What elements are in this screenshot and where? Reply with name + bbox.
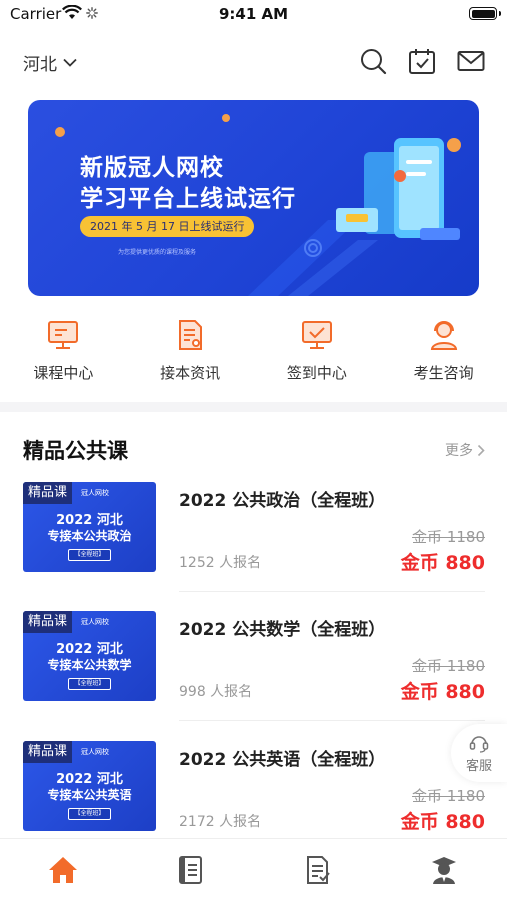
course-thumb-logo: 冠人网校 [81, 618, 109, 626]
quick-nav-news[interactable]: 接本资讯 [127, 318, 254, 388]
course-name: 2022 公共数学（全程班） [179, 620, 386, 640]
battery-icon [469, 7, 501, 20]
course-thumb-line2: 专接本公共数学 [47, 658, 132, 672]
course-old-price: 金币 1180 [412, 528, 485, 546]
course-thumb-logo: 冠人网校 [81, 748, 109, 756]
banner-date-pill: 2021 年 5 月 17 日上线试运行 [80, 216, 255, 237]
quick-nav-signin[interactable]: 签到中心 [254, 318, 381, 388]
course-thumb-tag: 精品课 [23, 741, 73, 763]
quick-nav-label: 考生咨询 [413, 364, 474, 382]
banner-title-line2: 学习平台上线试运行 [80, 186, 296, 212]
row-divider [179, 591, 485, 592]
course-thumb-badge: 【全程班】 [68, 678, 111, 690]
course-card[interactable]: 精品课 冠人网校 2022 河北 专接本公共英语 【全程班】 2022 公共英语… [0, 741, 507, 851]
promo-banner[interactable]: 新版冠人网校 学习平台上线试运行 2021 年 5 月 17 日上线试运行 为您… [28, 100, 479, 296]
tab-profile[interactable] [380, 839, 507, 900]
course-price: 金币 880 [400, 681, 485, 703]
course-name: 2022 公共政治（全程班） [179, 491, 386, 511]
clock-label: 9:41 AM [218, 5, 289, 23]
course-old-price: 金币 1180 [412, 657, 485, 675]
tab-exam[interactable] [254, 839, 381, 900]
course-enrolled: 1252 人报名 [179, 555, 262, 571]
app-screen: Carrier 9:41 AM 河北 新版冠人网校 学习平台上线试运行 2021… [0, 0, 507, 900]
quick-nav-label: 课程中心 [33, 364, 94, 382]
chevron-down-icon [63, 58, 77, 67]
course-thumb-badge: 【全程班】 [68, 808, 111, 820]
mail-icon[interactable] [456, 46, 486, 76]
quick-nav-label: 签到中心 [286, 364, 347, 382]
course-card[interactable]: 精品课 冠人网校 2022 河北 专接本公共数学 【全程班】 2022 公共数学… [0, 611, 507, 721]
course-price: 金币 880 [400, 552, 485, 574]
course-thumb-line2: 专接本公共英语 [47, 788, 132, 802]
chevron-right-icon [477, 444, 485, 456]
course-price: 金币 880 [400, 811, 485, 833]
course-thumbnail: 精品课 冠人网校 2022 河北 专接本公共数学 【全程班】 [23, 611, 156, 701]
course-thumb-badge: 【全程班】 [68, 549, 111, 561]
course-thumb-tag: 精品课 [23, 611, 73, 633]
region-label: 河北 [23, 55, 57, 75]
top-header: 河北 [0, 40, 507, 84]
monitor-icon [48, 321, 79, 349]
exam-paper-icon [306, 856, 330, 884]
course-thumb-tag: 精品课 [23, 482, 73, 504]
customer-service-button[interactable]: 客服 [451, 724, 507, 782]
course-enrolled: 998 人报名 [179, 684, 253, 700]
tab-home[interactable] [0, 839, 127, 900]
region-selector[interactable]: 河北 [23, 50, 77, 75]
section-divider [0, 402, 507, 412]
course-old-price: 金币 1180 [412, 787, 485, 805]
banner-title-line1: 新版冠人网校 [80, 155, 224, 181]
course-thumb-logo: 冠人网校 [81, 489, 109, 497]
book-icon [179, 856, 203, 884]
more-link[interactable]: 更多 [445, 440, 485, 460]
profile-graduate-icon [431, 857, 456, 884]
quick-nav: 课程中心 接本资讯 签到中心 考生咨询 [0, 318, 507, 388]
course-thumb-line2: 专接本公共政治 [47, 529, 132, 543]
course-card[interactable]: 精品课 冠人网校 2022 河北 专接本公共政治 【全程班】 2022 公共政治… [0, 482, 507, 592]
calendar-check-icon[interactable] [407, 46, 437, 76]
document-icon [179, 320, 203, 350]
customer-service-label: 客服 [465, 758, 492, 774]
course-thumb-line1: 2022 河北 [56, 772, 123, 787]
course-name: 2022 公共英语（全程班） [179, 750, 386, 770]
course-thumb-line1: 2022 河北 [56, 642, 123, 657]
section-title: 精品公共课 [23, 439, 128, 463]
row-divider [179, 720, 485, 721]
quick-nav-course-center[interactable]: 课程中心 [0, 318, 127, 388]
course-thumbnail: 精品课 冠人网校 2022 河北 专接本公共政治 【全程班】 [23, 482, 156, 572]
quick-nav-label: 接本资讯 [160, 364, 221, 382]
signin-screen-icon [301, 321, 332, 349]
home-icon [49, 857, 78, 883]
quick-nav-consult[interactable]: 考生咨询 [380, 318, 507, 388]
headset-icon [469, 735, 489, 753]
more-label: 更多 [445, 443, 473, 459]
course-enrolled: 2172 人报名 [179, 814, 262, 830]
status-bar: Carrier 9:41 AM [0, 0, 507, 30]
search-icon[interactable] [358, 46, 388, 76]
bottom-tab-bar [0, 838, 507, 900]
banner-subtitle: 为您提供更优质的课程及服务 [118, 249, 197, 256]
course-thumb-line1: 2022 河北 [56, 513, 123, 528]
course-thumbnail: 精品课 冠人网校 2022 河北 专接本公共英语 【全程班】 [23, 741, 156, 831]
headset-person-icon [430, 321, 457, 350]
tab-courses[interactable] [127, 839, 254, 900]
